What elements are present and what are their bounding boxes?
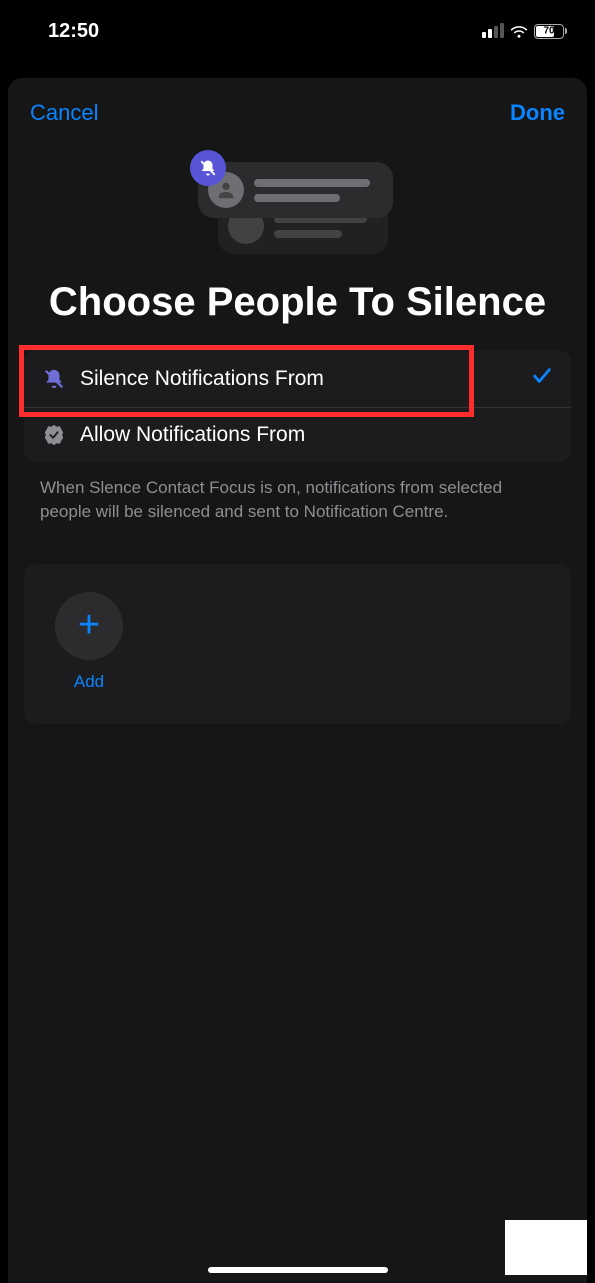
add-label: Add [74,672,104,692]
option-label: Allow Notifications From [80,423,553,447]
sheet-header: Cancel Done [8,78,587,126]
people-section: + Add [24,564,571,724]
option-allow-notifications[interactable]: Allow Notifications From [24,407,571,462]
option-silence-notifications[interactable]: Silence Notifications From [24,350,571,407]
plus-icon: + [78,604,100,647]
wifi-icon [510,24,528,38]
checkmark-icon [531,365,553,392]
bell-slash-icon [42,367,66,391]
battery-percent: 70 [543,26,554,37]
add-circle: + [55,592,123,660]
option-label: Silence Notifications From [80,367,517,391]
add-person-button[interactable]: + Add [54,592,124,692]
status-indicators: 70 [482,24,567,39]
home-indicator[interactable] [208,1267,388,1273]
done-button[interactable]: Done [510,100,565,126]
page-title: Choose People To Silence [8,278,587,326]
status-bar: 12:50 70 [0,0,595,50]
checkmark-seal-icon [42,423,66,447]
cancel-button[interactable]: Cancel [30,100,98,126]
status-time: 12:50 [48,20,99,43]
overlay-box [505,1220,587,1275]
modal-sheet: Cancel Done [8,78,587,1283]
options-list: Silence Notifications From Allow Notific… [24,350,571,462]
header-illustration [8,156,587,266]
bell-slash-badge-icon [190,150,226,186]
cellular-signal-icon [482,24,504,38]
battery-indicator: 70 [534,24,567,39]
footer-description: When Slence Contact Focus is on, notific… [40,476,555,524]
